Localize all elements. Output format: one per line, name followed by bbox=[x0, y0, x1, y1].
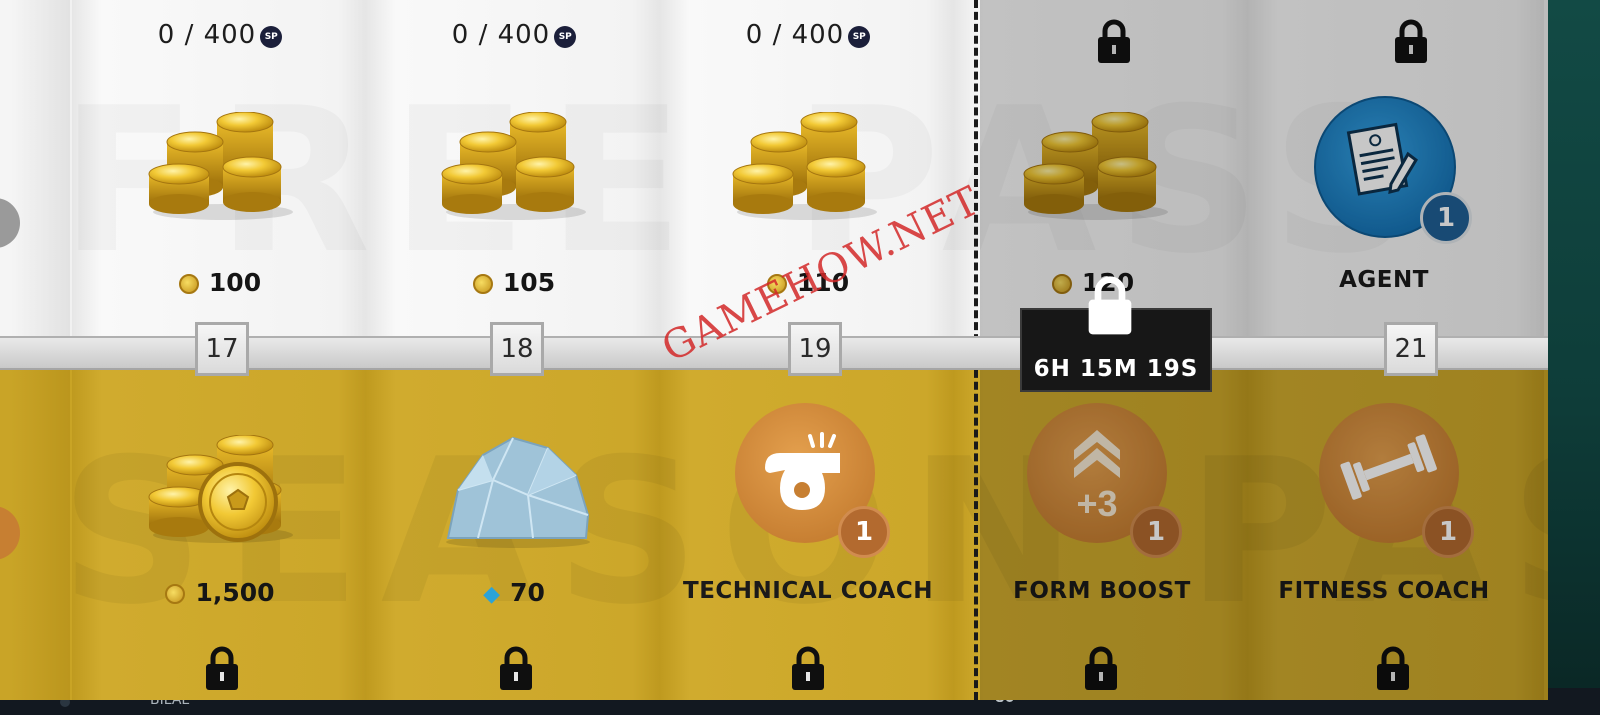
reward-amount: 1,500 bbox=[72, 578, 368, 607]
background-panel bbox=[1545, 0, 1600, 715]
level-marker: 18 bbox=[490, 322, 544, 376]
reward-amount: 105 bbox=[366, 268, 662, 297]
level-marker: 17 bbox=[195, 322, 249, 376]
coins-reward-icon bbox=[436, 112, 596, 222]
sp-progress-text: 0 / 400 bbox=[157, 20, 257, 50]
coin-icon bbox=[165, 584, 186, 604]
sp-progress: 0 / 400 SP bbox=[72, 20, 368, 50]
level-marker: 19 bbox=[788, 322, 842, 376]
season-pass-track[interactable]: FREE PASS SEASON PASS 0 / 400SP 0 / 400S… bbox=[0, 0, 1548, 700]
lock-icon bbox=[1086, 274, 1134, 336]
coin-icon bbox=[178, 274, 199, 294]
reward-amount-text: 105 bbox=[502, 268, 556, 297]
coin-icon bbox=[472, 274, 493, 294]
sp-progress-text: 0 / 400 bbox=[451, 20, 551, 50]
lock-icon bbox=[204, 645, 240, 691]
lock-icon bbox=[498, 645, 534, 691]
gems-reward-icon bbox=[446, 436, 590, 548]
reward-amount-text: 70 bbox=[510, 578, 545, 607]
reward-amount-text: 100 bbox=[208, 268, 262, 297]
level-marker: 21 bbox=[1384, 322, 1438, 376]
reward-amount: 100 bbox=[72, 268, 368, 297]
sp-progress-text: 0 / 400 bbox=[745, 20, 845, 50]
lock-icon bbox=[790, 645, 826, 691]
gem-icon: ◆ bbox=[483, 582, 501, 607]
reward-label: TECHNICAL COACH bbox=[683, 578, 933, 604]
reward-count-badge: 1 bbox=[838, 506, 890, 558]
sp-icon: SP bbox=[260, 26, 283, 48]
sp-progress: 0 / 400 SP bbox=[366, 20, 662, 50]
sp-progress: 0 / 400 SP bbox=[660, 20, 956, 50]
coins-reward-icon bbox=[727, 112, 887, 222]
coins-reward-icon bbox=[143, 112, 303, 222]
reward-amount-text: 1,500 bbox=[195, 578, 275, 607]
reward-amount: ◆ 70 bbox=[366, 578, 662, 607]
sp-icon: SP bbox=[554, 26, 577, 48]
unlock-timer-text: 6H 15M 19S bbox=[1033, 356, 1199, 382]
sp-icon: SP bbox=[848, 26, 871, 48]
coins-reward-icon bbox=[148, 435, 294, 544]
